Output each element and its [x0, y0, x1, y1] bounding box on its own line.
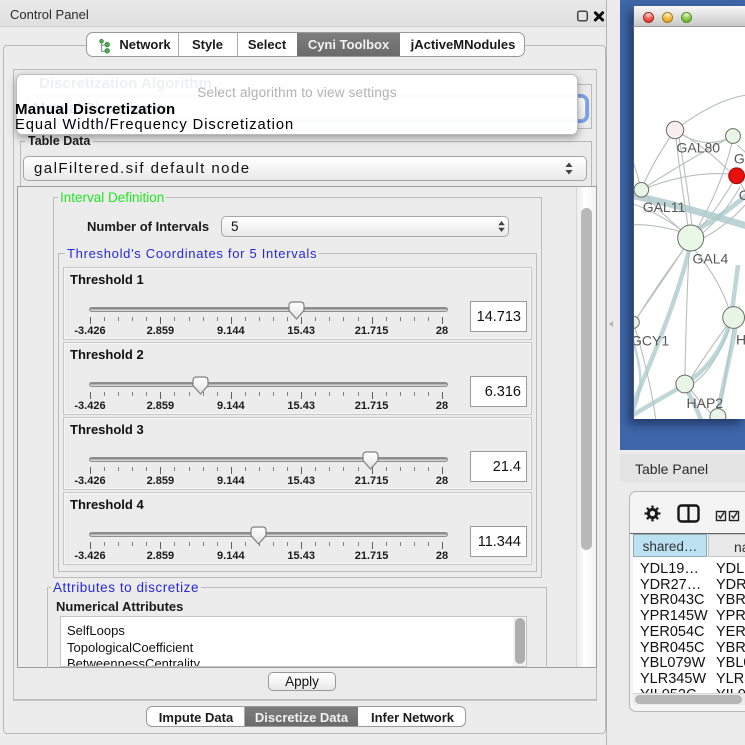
svg-text:C: C: [739, 187, 745, 203]
svg-text:GA: GA: [734, 151, 745, 167]
svg-text:HAP2: HAP2: [687, 395, 724, 411]
svg-text:GCY1: GCY1: [634, 333, 669, 349]
svg-text:GAL11: GAL11: [643, 199, 686, 215]
svg-text:GAL4: GAL4: [693, 251, 729, 267]
svg-text:H: H: [736, 332, 745, 348]
svg-text:GAL80: GAL80: [677, 140, 721, 156]
